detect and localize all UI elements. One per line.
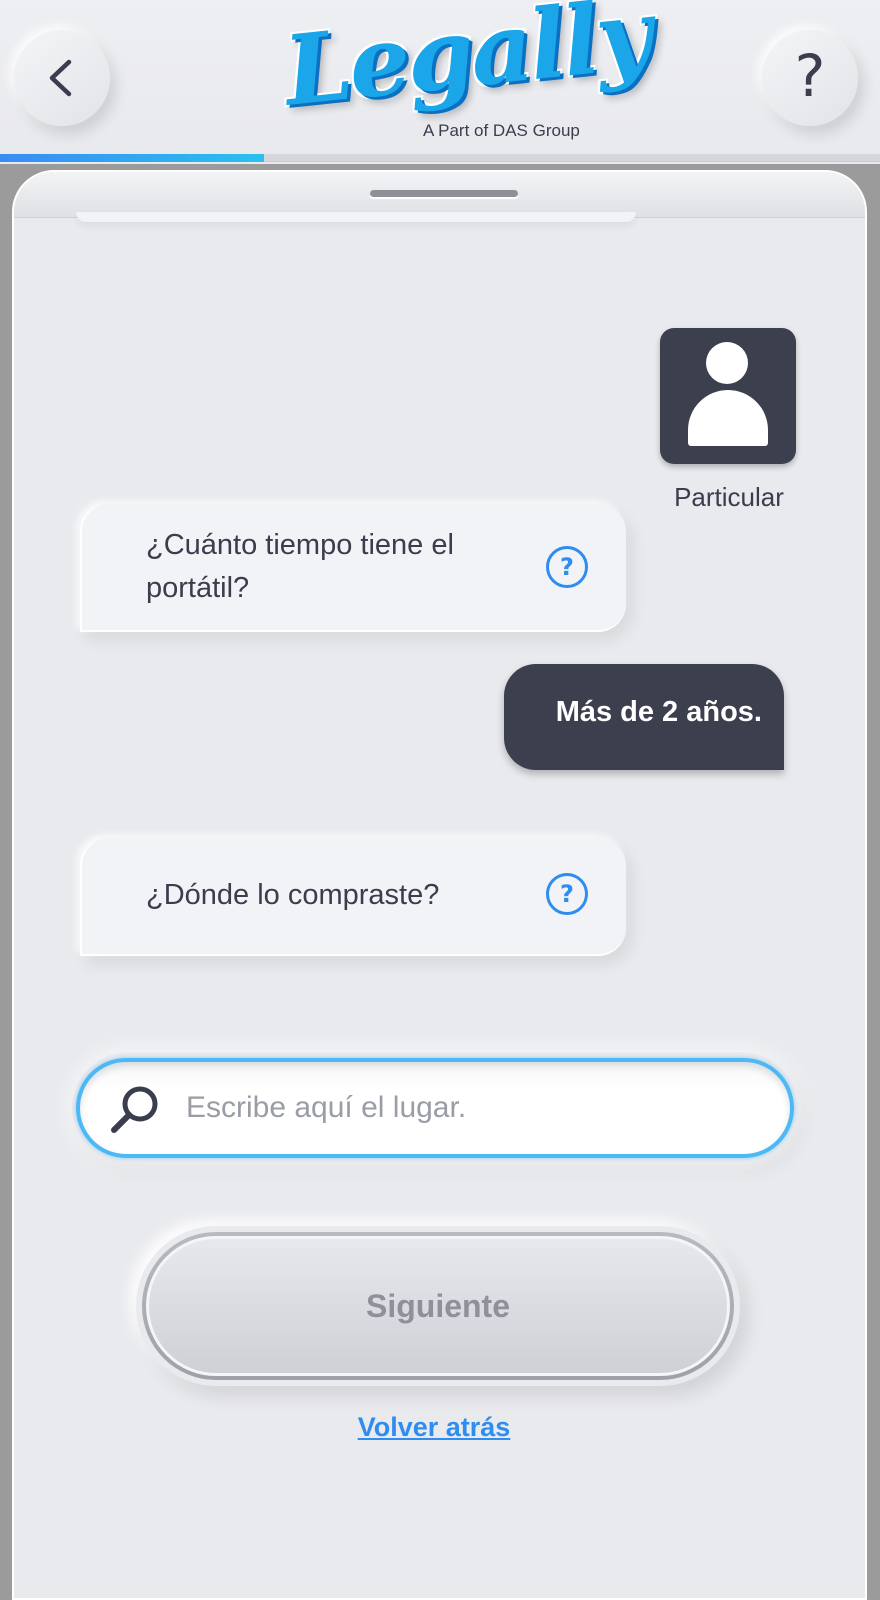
back-button[interactable] [14,30,110,126]
go-back-link[interactable]: Volver atrás [314,1412,554,1443]
bot-message-text: ¿Dónde lo compraste? [146,879,440,911]
progress-bar [0,154,880,162]
user-avatar [660,328,796,464]
bot-message: ¿Cuánto tiempo tiene el portátil? ? [80,504,626,632]
avatar-body [688,390,768,446]
question-icon: ? [794,42,826,110]
chevron-left-icon [49,59,72,97]
app-header: Legally A Part of DAS Group ? [0,0,880,162]
place-search-input[interactable] [186,1080,766,1136]
bot-message-text: ¿Cuánto tiempo tiene el portátil? [146,529,454,604]
previous-bubble-edge [76,212,636,222]
avatar-head [706,342,748,384]
search-field-wrapper [72,1052,798,1164]
progress-fill [0,154,264,162]
place-search-field[interactable] [76,1058,794,1158]
bot-message: ¿Dónde lo compraste? ? [80,838,626,956]
logo-subtitle: A Part of DAS Group [423,121,580,140]
user-message-text: Más de 2 años. [555,696,762,728]
chat-sheet: Particular ¿Cuánto tiempo tiene el portá… [12,170,867,1600]
user-type-label: Particular [674,482,784,512]
next-button-frame: Siguiente [136,1226,740,1386]
legally-logo: Legally A Part of DAS Group [279,0,654,152]
help-button[interactable]: ? [762,30,858,126]
logo-wordmark: Legally [279,0,655,128]
question-circle-icon[interactable]: ? [546,873,588,915]
next-button[interactable]: Siguiente [146,1236,730,1376]
next-button-ring: Siguiente [142,1232,734,1380]
search-icon [111,1086,158,1133]
drag-handle[interactable] [370,190,518,197]
question-circle-icon[interactable]: ? [546,546,588,588]
user-message: Más de 2 años. [504,664,784,770]
